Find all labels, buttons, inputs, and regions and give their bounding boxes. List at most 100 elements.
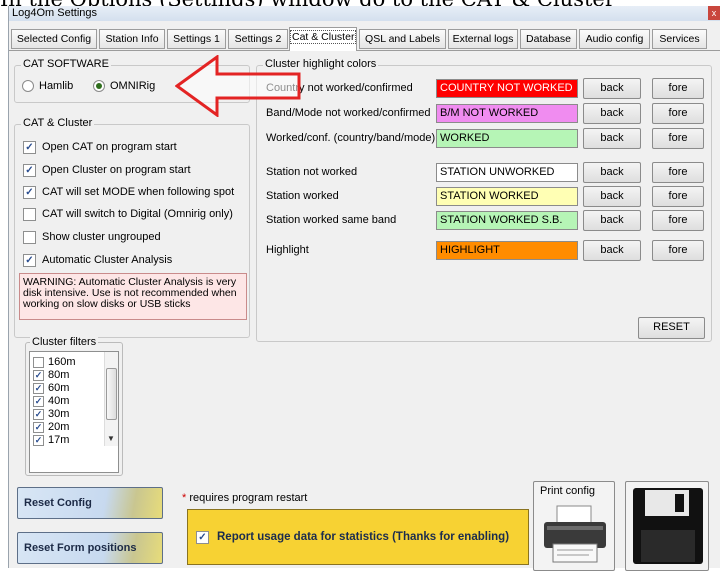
save-button[interactable] bbox=[625, 481, 709, 571]
checkbox-label: CAT will switch to Digital (Omnirig only… bbox=[42, 208, 233, 220]
scroll-down-icon[interactable]: ▼ bbox=[107, 434, 115, 443]
hl-worked-sample: WORKED bbox=[436, 129, 578, 148]
radio-omnirig-label: OMNIRig bbox=[110, 80, 156, 92]
hl-highlight-label: Highlight bbox=[266, 244, 309, 256]
tab-external-logs[interactable]: External logs bbox=[448, 29, 518, 49]
checkbox-box[interactable] bbox=[33, 356, 44, 368]
hl-station-worked-fore-button[interactable]: fore bbox=[652, 186, 704, 207]
hl-country-fore-button[interactable]: fore bbox=[652, 78, 704, 99]
auto-analysis-checkbox[interactable]: ✓ Automatic Cluster Analysis bbox=[23, 251, 172, 269]
radio-hamlib[interactable]: Hamlib bbox=[22, 80, 73, 92]
band-item-20m[interactable]: ✓ 20m bbox=[33, 421, 69, 433]
radio-omnirig[interactable]: OMNIRig bbox=[93, 80, 155, 92]
cat-cluster-group: CAT & Cluster ✓ Open CAT on program star… bbox=[14, 117, 250, 338]
band-item-40m[interactable]: ✓ 40m bbox=[33, 395, 69, 407]
checkbox-box[interactable]: ✓ bbox=[23, 185, 36, 199]
cluster-filters-title: Cluster filters bbox=[30, 336, 99, 348]
checkbox-label: Open Cluster on program start bbox=[42, 164, 191, 176]
reset-colors-button[interactable]: RESET bbox=[638, 317, 705, 339]
reset-form-positions-button[interactable]: Reset Form positions bbox=[17, 532, 163, 564]
band-item-60m[interactable]: ✓ 60m bbox=[33, 382, 69, 394]
checkbox-box[interactable]: ✓ bbox=[33, 395, 44, 407]
close-button[interactable]: x bbox=[708, 6, 720, 20]
hl-bandmode-fore-button[interactable]: fore bbox=[652, 103, 704, 124]
cluster-filters-group: Cluster filters 160m ✓ 80m ✓ 60m ✓ 40m ✓ 30m… bbox=[25, 336, 123, 476]
print-config-button[interactable]: Print config bbox=[533, 481, 615, 571]
settings-window: Log4Om Settings x Selected Config Statio… bbox=[8, 6, 720, 571]
hl-station-worked-back-button[interactable]: back bbox=[583, 186, 641, 207]
radio-hamlib-label: Hamlib bbox=[39, 80, 74, 92]
checkbox-box[interactable] bbox=[23, 230, 36, 244]
hl-station-unworked-label: Station not worked bbox=[266, 166, 358, 178]
checkbox-box[interactable]: ✓ bbox=[33, 369, 44, 381]
band-label: 20m bbox=[48, 421, 70, 433]
stats-box[interactable]: ✓ Report usage data for statistics (Than… bbox=[187, 509, 529, 565]
scroll-thumb[interactable] bbox=[106, 368, 117, 420]
show-ungrouped-checkbox[interactable]: Show cluster ungrouped bbox=[23, 228, 161, 246]
tab-settings-2[interactable]: Settings 2 bbox=[228, 29, 288, 49]
hl-worked-back-button[interactable]: back bbox=[583, 128, 641, 149]
warning-box: WARNING: Automatic Cluster Analysis is v… bbox=[19, 273, 247, 320]
radio-hamlib-circle[interactable] bbox=[22, 80, 34, 92]
restart-note: * requires program restart bbox=[182, 492, 307, 504]
checkbox-box[interactable]: ✓ bbox=[23, 140, 36, 154]
checkbox-box[interactable]: ✓ bbox=[33, 434, 44, 446]
tab-station-info[interactable]: Station Info bbox=[99, 29, 165, 49]
required-star: * bbox=[182, 492, 187, 504]
checkbox-label: Open CAT on program start bbox=[42, 141, 177, 153]
reset-config-button[interactable]: Reset Config bbox=[17, 487, 163, 519]
band-label: 160m bbox=[48, 356, 76, 368]
hl-highlight-back-button[interactable]: back bbox=[583, 240, 641, 261]
band-item-30m[interactable]: ✓ 30m bbox=[33, 408, 69, 420]
band-label: 80m bbox=[48, 369, 70, 381]
open-cluster-checkbox[interactable]: ✓ Open Cluster on program start bbox=[23, 161, 191, 179]
hl-station-unworked-back-button[interactable]: back bbox=[583, 162, 641, 183]
hl-country-back-button[interactable]: back bbox=[583, 78, 641, 99]
band-list-scrollbar[interactable]: ▼ bbox=[104, 352, 118, 446]
print-config-label: Print config bbox=[540, 485, 596, 497]
hl-same-band-fore-button[interactable]: fore bbox=[652, 210, 704, 231]
hl-highlight-fore-button[interactable]: fore bbox=[652, 240, 704, 261]
band-label: 17m bbox=[48, 434, 70, 446]
cat-software-title: CAT SOFTWARE bbox=[21, 58, 111, 70]
tab-settings-1[interactable]: Settings 1 bbox=[167, 29, 226, 49]
checkbox-box[interactable]: ✓ bbox=[33, 408, 44, 420]
hl-highlight-sample: HIGHLIGHT bbox=[436, 241, 578, 260]
pointer-arrow-icon bbox=[175, 55, 301, 117]
tab-database[interactable]: Database bbox=[520, 29, 577, 49]
cat-cluster-panel: CAT SOFTWARE Hamlib OMNIRig CAT & Cluste… bbox=[9, 50, 720, 571]
hl-worked-fore-button[interactable]: fore bbox=[652, 128, 704, 149]
checkbox-box[interactable] bbox=[23, 207, 36, 221]
restart-note-text: requires program restart bbox=[189, 492, 308, 504]
checkbox-box[interactable]: ✓ bbox=[33, 382, 44, 394]
band-item-17m[interactable]: ✓ 17m bbox=[33, 434, 69, 446]
radio-omnirig-circle[interactable] bbox=[93, 80, 105, 92]
tab-cat-cluster[interactable]: Cat & Cluster bbox=[289, 27, 357, 51]
tab-audio-config[interactable]: Audio config bbox=[579, 29, 650, 49]
tab-services[interactable]: Services bbox=[652, 29, 707, 49]
band-label: 30m bbox=[48, 408, 70, 420]
checkbox-box[interactable]: ✓ bbox=[23, 253, 36, 267]
tab-qsl-labels[interactable]: QSL and Labels bbox=[359, 29, 446, 49]
window-title: Log4Om Settings bbox=[12, 7, 97, 19]
hl-country-sample: COUNTRY NOT WORKED bbox=[436, 79, 578, 98]
checkbox-box[interactable]: ✓ bbox=[23, 163, 36, 177]
hl-station-unworked-fore-button[interactable]: fore bbox=[652, 162, 704, 183]
open-cat-checkbox[interactable]: ✓ Open CAT on program start bbox=[23, 138, 177, 156]
cat-cluster-title: CAT & Cluster bbox=[21, 117, 95, 129]
checkbox-box[interactable]: ✓ bbox=[33, 421, 44, 433]
checkbox-label: Automatic Cluster Analysis bbox=[42, 254, 173, 266]
cat-set-mode-checkbox[interactable]: ✓ CAT will set MODE when following spot bbox=[23, 183, 234, 201]
hl-same-band-label: Station worked same band bbox=[266, 214, 397, 226]
tab-selected-config[interactable]: Selected Config bbox=[11, 29, 97, 49]
hl-bandmode-back-button[interactable]: back bbox=[583, 103, 641, 124]
hl-same-band-back-button[interactable]: back bbox=[583, 210, 641, 231]
hl-bandmode-sample: B/M NOT WORKED bbox=[436, 104, 578, 123]
cat-digital-checkbox[interactable]: CAT will switch to Digital (Omnirig only… bbox=[23, 205, 233, 223]
band-filter-list[interactable]: 160m ✓ 80m ✓ 60m ✓ 40m ✓ 30m ✓ 20m ✓ 17m ▼ bbox=[29, 351, 119, 473]
stats-label: Report usage data for statistics (Thanks… bbox=[217, 531, 510, 543]
band-item-160m[interactable]: 160m bbox=[33, 356, 76, 368]
title-bar: Log4Om Settings x bbox=[9, 6, 720, 21]
stats-checkbox[interactable]: ✓ bbox=[196, 530, 209, 544]
band-item-80m[interactable]: ✓ 80m bbox=[33, 369, 69, 381]
